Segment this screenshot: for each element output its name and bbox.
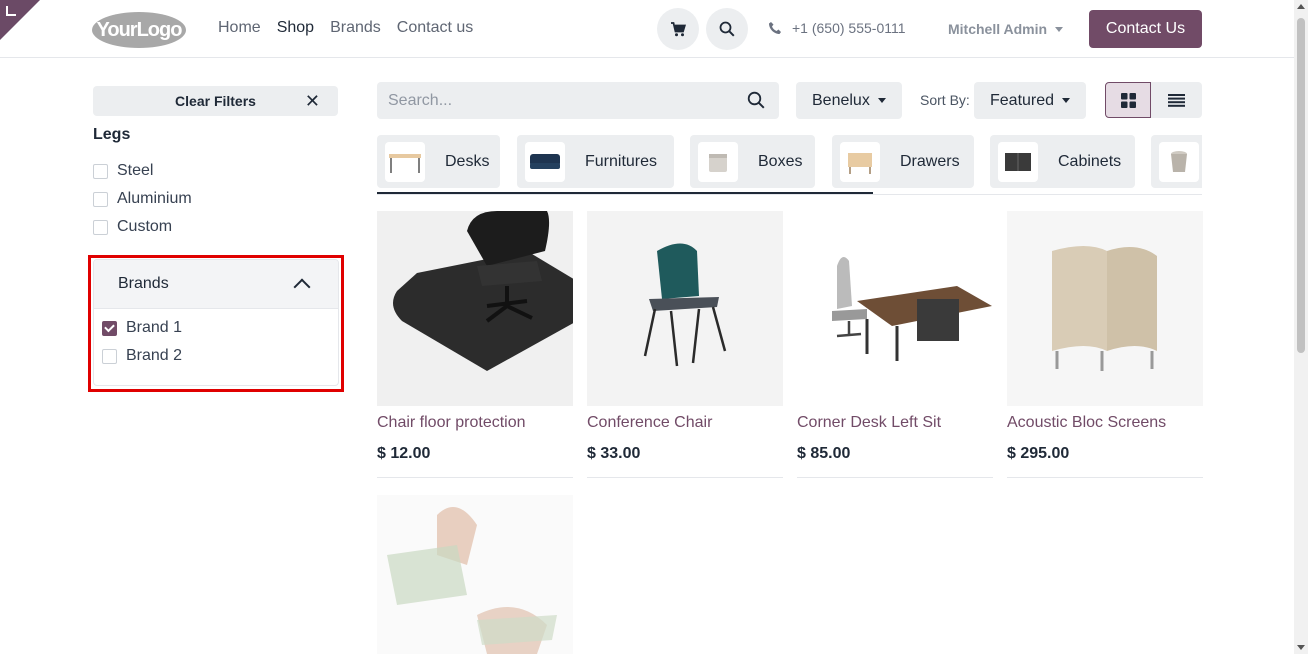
filter-option-steel[interactable]: Steel — [93, 162, 153, 180]
category-furnitures[interactable]: Furnitures — [517, 135, 674, 188]
scrollbar-thumb[interactable] — [1297, 18, 1305, 353]
category-desks[interactable]: Desks — [377, 135, 500, 188]
list-icon — [1168, 93, 1185, 107]
product-price: $ 85.00 — [797, 445, 851, 462]
chevron-down-icon — [877, 98, 886, 103]
product-image[interactable] — [797, 211, 993, 406]
product-price: $ 295.00 — [1007, 445, 1070, 462]
aluminium-checkbox[interactable] — [93, 191, 108, 207]
legs-filter-title: Legs — [93, 126, 131, 143]
clear-filters-button[interactable]: Clear Filters ✕ — [93, 86, 338, 116]
category-next[interactable] — [1151, 135, 1202, 188]
product-card[interactable]: Acoustic Bloc Screens $ 295.00 — [1007, 211, 1203, 478]
logo-text: YourLogo — [96, 18, 183, 41]
category-label: Drawers — [900, 152, 960, 170]
sort-dropdown[interactable]: Featured — [974, 82, 1087, 119]
nav-home[interactable]: Home — [218, 19, 261, 37]
product-card[interactable] — [377, 495, 573, 654]
phone-icon — [769, 22, 781, 34]
close-icon: ✕ — [304, 91, 320, 111]
product-card[interactable]: Chair floor protection $ 12.00 — [377, 211, 573, 478]
sort-by-label: Sort By: — [920, 92, 970, 108]
product-search — [377, 82, 779, 119]
scroll-down-arrow[interactable] — [1297, 645, 1305, 650]
category-scroll-indicator — [377, 192, 873, 194]
product-name[interactable]: Acoustic Bloc Screens — [1007, 414, 1166, 432]
category-label: Cabinets — [1058, 152, 1122, 170]
category-cabinets[interactable]: Cabinets — [990, 135, 1135, 188]
product-price: $ 33.00 — [587, 445, 641, 462]
pricelist-value: Benelux — [812, 91, 870, 109]
site-header: YourLogo Home Shop Brands Contact us +1 … — [0, 0, 1294, 58]
nav-shop[interactable]: Shop — [277, 19, 314, 37]
filter-option-label: Aluminium — [117, 190, 192, 207]
category-label: Boxes — [758, 152, 803, 170]
category-label: Desks — [445, 152, 490, 170]
product-image[interactable] — [377, 495, 573, 654]
filter-option-label: Custom — [117, 218, 173, 235]
product-card[interactable]: Conference Chair $ 33.00 — [587, 211, 783, 478]
search-icon — [719, 21, 735, 37]
highlight-box — [88, 255, 344, 392]
page-scrollbar[interactable] — [1294, 0, 1308, 654]
product-image[interactable] — [587, 211, 783, 406]
filter-option-custom[interactable]: Custom — [93, 218, 172, 236]
product-price: $ 12.00 — [377, 445, 431, 462]
product-card[interactable]: Corner Desk Left Sit $ 85.00 — [797, 211, 993, 478]
category-label: Furnitures — [585, 152, 658, 170]
scroll-up-arrow[interactable] — [1297, 4, 1305, 9]
search-icon[interactable] — [747, 91, 765, 109]
product-image[interactable] — [1007, 211, 1203, 406]
search-input[interactable] — [377, 82, 727, 119]
box-thumbnail — [698, 141, 738, 182]
pricelist-dropdown[interactable]: Benelux — [796, 82, 902, 119]
contact-us-button[interactable]: Contact Us — [1089, 10, 1202, 48]
edit-corner-icon — [6, 6, 16, 16]
custom-checkbox[interactable] — [93, 219, 108, 235]
sofa-thumbnail — [525, 141, 565, 182]
site-logo[interactable]: YourLogo — [92, 12, 186, 48]
category-carousel: Desks Furnitures Boxes Drawers Cabinets — [377, 135, 1202, 195]
nav-brands[interactable]: Brands — [330, 19, 381, 37]
cart-button[interactable] — [657, 8, 699, 50]
steel-checkbox[interactable] — [93, 163, 108, 179]
user-menu[interactable]: Mitchell Admin — [948, 21, 1064, 37]
cabinet-thumbnail — [998, 141, 1038, 182]
drawer-thumbnail — [840, 141, 880, 182]
product-name[interactable]: Chair floor protection — [377, 414, 526, 432]
desk-thumbnail — [385, 141, 425, 182]
user-name: Mitchell Admin — [948, 21, 1048, 37]
filter-option-aluminium[interactable]: Aluminium — [93, 190, 192, 208]
grid-icon — [1120, 92, 1136, 108]
product-name[interactable]: Conference Chair — [587, 414, 712, 432]
chevron-down-icon — [1055, 26, 1064, 32]
clear-filters-label: Clear Filters — [175, 93, 256, 109]
search-toggle-button[interactable] — [706, 8, 748, 50]
category-divider — [377, 194, 1202, 195]
cart-icon — [671, 21, 686, 36]
sort-value: Featured — [990, 91, 1055, 109]
phone-link[interactable]: +1 (650) 555-0111 — [768, 20, 906, 36]
product-image[interactable] — [377, 211, 573, 406]
category-boxes[interactable]: Boxes — [690, 135, 815, 188]
nav-contact-us[interactable]: Contact us — [397, 19, 473, 37]
grid-view-button[interactable] — [1105, 82, 1151, 118]
phone-number: +1 (650) 555-0111 — [792, 20, 906, 36]
category-drawers[interactable]: Drawers — [832, 135, 974, 188]
bin-thumbnail — [1159, 141, 1199, 182]
chevron-down-icon — [1062, 98, 1071, 103]
filter-option-label: Steel — [117, 162, 154, 179]
list-view-button[interactable] — [1151, 82, 1202, 118]
product-name[interactable]: Corner Desk Left Sit — [797, 414, 941, 432]
main-nav: Home Shop Brands Contact us — [218, 19, 473, 37]
